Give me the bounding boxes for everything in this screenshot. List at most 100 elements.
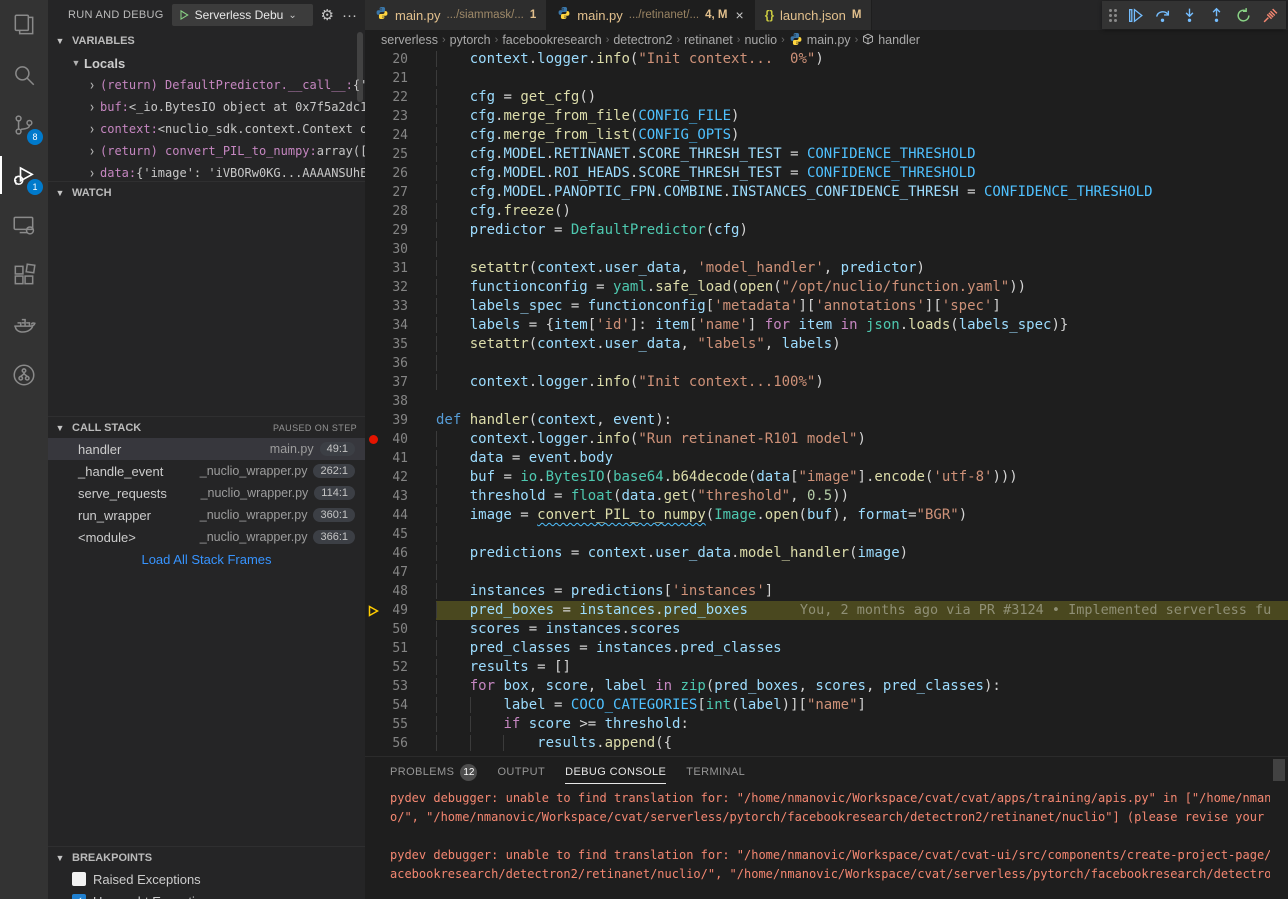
code-line-content[interactable]: predictions = context.user_data.model_ha… (436, 544, 1288, 563)
code-gutter[interactable]: 35 (365, 335, 436, 354)
code-line-content[interactable]: for box, score, label in zip(pred_boxes,… (436, 677, 1288, 696)
panel-tab-terminal[interactable]: TERMINAL (686, 757, 745, 787)
code-gutter[interactable]: 45 (365, 525, 436, 544)
code-line-content[interactable]: pred_boxes = instances.pred_boxesYou, 2 … (436, 601, 1288, 620)
code-gutter[interactable]: 43 (365, 487, 436, 506)
breakpoints-section-header[interactable]: ▼ BREAKPOINTS (48, 846, 365, 868)
code-gutter[interactable]: 21 (365, 69, 436, 88)
code-gutter[interactable]: 37 (365, 373, 436, 392)
code-gutter[interactable]: 51 (365, 639, 436, 658)
explorer-icon[interactable] (0, 0, 48, 50)
breadcrumb-item[interactable]: handler (862, 33, 920, 48)
step-over-button[interactable] (1150, 3, 1174, 27)
code-line-content[interactable]: context.logger.info("Run retinanet-R101 … (436, 430, 1288, 449)
breakpoint-row[interactable]: Raised Exceptions (48, 868, 365, 890)
editor-tab[interactable]: main.py.../retinanet/...4, M× (547, 0, 754, 30)
code-gutter[interactable]: 47 (365, 563, 436, 582)
call-stack-frame[interactable]: handlermain.py49:1 (48, 438, 365, 460)
restart-button[interactable] (1231, 3, 1255, 27)
panel-tab-problems[interactable]: PROBLEMS12 (390, 757, 477, 787)
code-line-content[interactable]: cfg.merge_from_file(CONFIG_FILE) (436, 107, 1288, 126)
code-gutter[interactable]: 26 (365, 164, 436, 183)
step-into-button[interactable] (1177, 3, 1201, 27)
search-icon[interactable] (0, 50, 48, 100)
code-line-content[interactable]: results.append({ (436, 734, 1288, 753)
code-gutter[interactable]: 44 (365, 506, 436, 525)
code-line-content[interactable] (436, 240, 1288, 259)
variable-row[interactable]: ❯buf: <_io.BytesIO object at 0x7f5a2dc1e… (48, 96, 365, 118)
code-gutter[interactable]: 53 (365, 677, 436, 696)
code-line-content[interactable]: results = [] (436, 658, 1288, 677)
code-gutter[interactable]: 46 (365, 544, 436, 563)
breadcrumb-item[interactable]: main.py (789, 32, 851, 49)
debug-config-dropdown[interactable]: Serverless Debu ⌄ (172, 4, 313, 26)
docker-icon[interactable] (0, 300, 48, 350)
git-graph-icon[interactable] (0, 350, 48, 400)
variable-row[interactable]: ❯(return) convert_PIL_to_numpy: array([[… (48, 140, 365, 162)
code-editor[interactable]: 20 context.logger.info("Init context... … (365, 50, 1288, 756)
code-line-content[interactable]: setattr(context.user_data, "labels", lab… (436, 335, 1288, 354)
code-gutter[interactable]: 23 (365, 107, 436, 126)
code-line-content[interactable]: setattr(context.user_data, 'model_handle… (436, 259, 1288, 278)
extensions-icon[interactable] (0, 250, 48, 300)
toolbar-drag-grip[interactable] (1106, 9, 1120, 22)
code-line-content[interactable] (436, 354, 1288, 373)
watch-section-header[interactable]: ▼ WATCH (48, 181, 365, 203)
code-gutter[interactable]: 34 (365, 316, 436, 335)
code-gutter[interactable]: 52 (365, 658, 436, 677)
code-line-content[interactable] (436, 69, 1288, 88)
code-gutter[interactable]: 49 (365, 601, 436, 620)
code-line-content[interactable]: pred_classes = instances.pred_classes (436, 639, 1288, 658)
breadcrumb-item[interactable]: pytorch (450, 33, 491, 47)
code-line-content[interactable]: context.logger.info("Init context... 0%"… (436, 50, 1288, 69)
code-line-content[interactable] (436, 563, 1288, 582)
variable-row[interactable]: ❯context: <nuclio_sdk.context.Context ob… (48, 118, 365, 140)
breakpoint-checkbox[interactable] (72, 872, 86, 886)
code-line-content[interactable]: cfg.MODEL.ROI_HEADS.SCORE_THRESH_TEST = … (436, 164, 1288, 183)
code-line-content[interactable]: scores = instances.scores (436, 620, 1288, 639)
code-gutter[interactable]: 32 (365, 278, 436, 297)
code-gutter[interactable]: 41 (365, 449, 436, 468)
more-actions-icon[interactable]: ··· (342, 8, 357, 23)
code-line-content[interactable]: def handler(context, event): (436, 411, 1288, 430)
panel-scrollbar[interactable] (1273, 759, 1285, 781)
code-line-content[interactable]: buf = io.BytesIO(base64.b64decode(data["… (436, 468, 1288, 487)
code-gutter[interactable]: 40 (365, 430, 436, 449)
current-line-pointer[interactable] (365, 605, 381, 617)
code-line-content[interactable]: cfg.merge_from_list(CONFIG_OPTS) (436, 126, 1288, 145)
code-gutter[interactable]: 29 (365, 221, 436, 240)
code-gutter[interactable]: 28 (365, 202, 436, 221)
variable-row[interactable]: ❯data: {'image': 'iVBORw0KG...AAAANSUhE… (48, 162, 365, 181)
code-gutter[interactable]: 25 (365, 145, 436, 164)
code-gutter[interactable]: 56 (365, 734, 436, 753)
editor-tab[interactable]: {}launch.jsonM (755, 0, 873, 30)
code-line-content[interactable]: label = COCO_CATEGORIES[int(label)]["nam… (436, 696, 1288, 715)
code-gutter[interactable]: 54 (365, 696, 436, 715)
breadcrumb-item[interactable]: detectron2 (613, 33, 672, 47)
code-gutter[interactable]: 50 (365, 620, 436, 639)
sidebar-scrollbar[interactable] (357, 32, 363, 102)
code-line-content[interactable] (436, 525, 1288, 544)
variables-section-header[interactable]: ▼ VARIABLES (48, 30, 365, 52)
call-stack-frame[interactable]: run_wrapper_nuclio_wrapper.py360:1 (48, 504, 365, 526)
code-gutter[interactable]: 22 (365, 88, 436, 107)
code-gutter[interactable]: 27 (365, 183, 436, 202)
load-all-stack-frames-link[interactable]: Load All Stack Frames (48, 548, 365, 570)
breakpoint-indicator[interactable] (365, 435, 381, 444)
code-gutter[interactable]: 42 (365, 468, 436, 487)
code-line-content[interactable]: predictor = DefaultPredictor(cfg) (436, 221, 1288, 240)
continue-button[interactable] (1123, 3, 1147, 27)
step-out-button[interactable] (1204, 3, 1228, 27)
debug-console-output[interactable]: pydev debugger: unable to find translati… (390, 789, 1270, 899)
code-line-content[interactable]: cfg = get_cfg() (436, 88, 1288, 107)
code-gutter[interactable]: 20 (365, 50, 436, 69)
code-line-content[interactable]: labels = {item['id']: item['name'] for i… (436, 316, 1288, 335)
call-stack-frame[interactable]: _handle_event_nuclio_wrapper.py262:1 (48, 460, 365, 482)
gear-icon[interactable]: ⚙ (321, 8, 334, 23)
code-line-content[interactable]: cfg.MODEL.RETINANET.SCORE_THRESH_TEST = … (436, 145, 1288, 164)
call-stack-frame[interactable]: <module>_nuclio_wrapper.py366:1 (48, 526, 365, 548)
remote-explorer-icon[interactable] (0, 200, 48, 250)
breadcrumb-item[interactable]: serverless (381, 33, 438, 47)
editor-tab[interactable]: main.py.../siammask/...1 (365, 0, 547, 30)
breakpoint-row[interactable]: ✓Uncaught Exceptions (48, 890, 365, 899)
